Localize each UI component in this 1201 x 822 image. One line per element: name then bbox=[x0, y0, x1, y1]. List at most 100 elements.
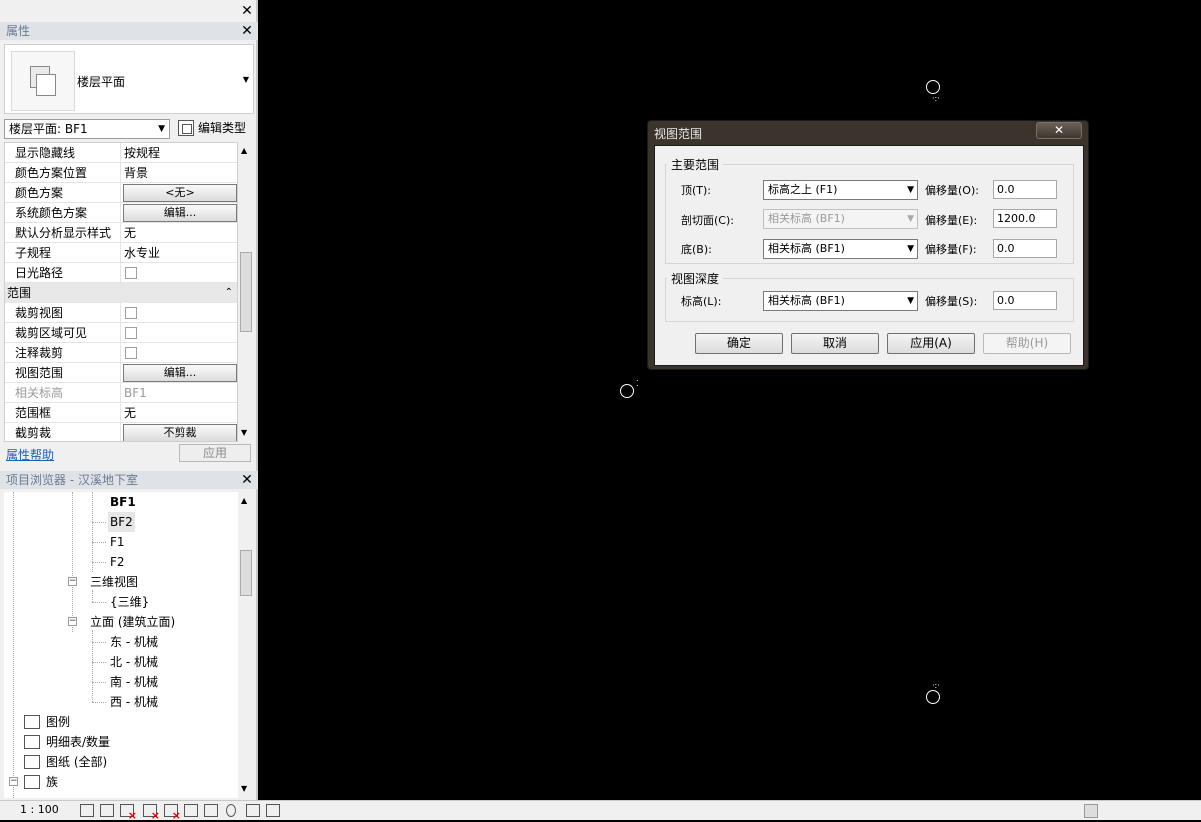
browser-scrollbar[interactable]: ▲ ▼ bbox=[238, 492, 254, 798]
chevron-down-icon: ▼ bbox=[907, 244, 914, 254]
top-combo-value: 标高之上 (F1) bbox=[768, 183, 838, 196]
crop-region-visible-checkbox[interactable] bbox=[125, 327, 137, 339]
tree-item-legends[interactable]: 图例 bbox=[46, 712, 70, 732]
visual-style-icon[interactable] bbox=[100, 804, 114, 817]
prop-row: 裁剪视图 bbox=[5, 303, 237, 323]
collapse-icon[interactable]: − bbox=[68, 617, 77, 626]
tree-item-north[interactable]: 北 - 机械 bbox=[110, 652, 158, 672]
prop-value[interactable]: 按规程 bbox=[123, 143, 160, 163]
tree-item-south[interactable]: 南 - 机械 bbox=[110, 672, 158, 692]
analysis-icon[interactable] bbox=[266, 804, 280, 817]
worksharing-icon[interactable] bbox=[246, 804, 260, 817]
dropdown-arrow-icon[interactable]: ▼ bbox=[243, 75, 249, 84]
edit-type-icon bbox=[178, 120, 194, 136]
top-combo[interactable]: 标高之上 (F1) ▼ bbox=[763, 180, 918, 200]
offset-e-input[interactable]: 1200.0 bbox=[993, 209, 1057, 228]
prop-row: 注释裁剪 bbox=[5, 343, 237, 363]
scroll-down-icon[interactable]: ▼ bbox=[241, 784, 247, 793]
scroll-thumb[interactable] bbox=[240, 550, 252, 596]
prop-label: 颜色方案位置 bbox=[15, 163, 121, 183]
help-button[interactable]: 帮助(H) bbox=[983, 333, 1071, 354]
scroll-up-icon[interactable]: ▲ bbox=[241, 496, 247, 505]
collapse-icon[interactable]: − bbox=[68, 577, 77, 586]
offset-o-input[interactable]: 0.0 bbox=[993, 180, 1057, 199]
chevron-down-icon: ▼ bbox=[907, 214, 914, 224]
offset-s-input[interactable]: 0.0 bbox=[993, 291, 1057, 310]
cut-plane-combo[interactable]: 相关标高 (BF1) ▼ bbox=[763, 209, 918, 229]
tree-item-3d[interactable]: {三维} bbox=[110, 592, 149, 612]
ok-button[interactable]: 确定 bbox=[695, 333, 783, 354]
color-scheme-button[interactable]: <无> bbox=[123, 184, 237, 202]
sun-path-icon[interactable] bbox=[120, 804, 137, 822]
reveal-hidden-icon[interactable] bbox=[226, 804, 236, 817]
tree-item-bf2[interactable]: BF2 bbox=[108, 512, 135, 532]
level-combo[interactable]: 相关标高 (BF1) ▼ bbox=[763, 291, 918, 311]
crop-view-checkbox[interactable] bbox=[125, 307, 137, 319]
shadows-icon[interactable] bbox=[143, 804, 160, 822]
chevron-down-icon: ▼ bbox=[907, 185, 914, 195]
tree-item-east[interactable]: 东 - 机械 bbox=[110, 632, 158, 652]
view-range-edit-button[interactable]: 编辑... bbox=[123, 364, 237, 382]
close-icon[interactable]: ✕ bbox=[240, 4, 254, 18]
system-color-scheme-button[interactable]: 编辑... bbox=[123, 204, 237, 222]
properties-close-icon[interactable]: ✕ bbox=[240, 24, 254, 38]
crop-view-icon[interactable] bbox=[164, 804, 181, 822]
project-browser-tree: BF1 BF2 F1 F2 − 三维视图 {三维} − 立面 (建筑立面) 东 … bbox=[4, 492, 238, 798]
temporary-hide-icon[interactable] bbox=[204, 804, 218, 817]
tree-item-3d-views[interactable]: 三维视图 bbox=[90, 572, 138, 592]
cut-plane-combo-value: 相关标高 (BF1) bbox=[768, 212, 845, 225]
prop-row: 视图范围 编辑... bbox=[5, 363, 237, 383]
tree-item-bf1[interactable]: BF1 bbox=[110, 492, 136, 512]
sun-path-checkbox[interactable] bbox=[125, 267, 137, 279]
browser-close-icon[interactable]: ✕ bbox=[240, 473, 254, 487]
apply-button[interactable]: 应用 bbox=[179, 444, 251, 462]
floor-plan-icon bbox=[11, 51, 75, 111]
prop-row: 相关标高 BF1 bbox=[5, 383, 237, 403]
properties-help-link[interactable]: 属性帮助 bbox=[6, 446, 54, 463]
bottom-label: 底(B): bbox=[681, 243, 712, 256]
tree-item-families-child[interactable]: ... bbox=[46, 790, 55, 798]
bottom-combo[interactable]: 相关标高 (BF1) ▼ bbox=[763, 239, 918, 259]
properties-scrollbar[interactable]: ▲ ▼ bbox=[238, 142, 254, 442]
offset-e-label: 偏移量(E): bbox=[925, 214, 978, 227]
tree-item-schedules[interactable]: 明细表/数量 bbox=[46, 732, 110, 752]
tree-item-f1[interactable]: F1 bbox=[110, 532, 125, 552]
project-browser-title: 项目浏览器 - 汉溪地下室 bbox=[0, 471, 258, 489]
marker-dots: ·:· bbox=[932, 681, 940, 690]
scroll-up-icon[interactable]: ▲ bbox=[241, 146, 247, 155]
collapse-icon[interactable]: ⌃ bbox=[225, 283, 233, 303]
cancel-button[interactable]: 取消 bbox=[791, 333, 879, 354]
apply-dialog-button[interactable]: 应用(A) bbox=[887, 333, 975, 354]
horizontal-scroll-thumb[interactable] bbox=[1084, 804, 1098, 818]
tree-item-sheets[interactable]: 图纸 (全部) bbox=[46, 752, 107, 772]
tree-item-families[interactable]: 族 bbox=[46, 772, 58, 792]
close-button[interactable]: ✕ bbox=[1036, 122, 1082, 139]
prop-value[interactable]: 无 bbox=[123, 223, 136, 243]
legend-icon bbox=[24, 715, 40, 729]
elevation-marker[interactable] bbox=[926, 690, 940, 704]
section-extents[interactable]: 范围 ⌃ bbox=[5, 283, 237, 303]
prop-value[interactable]: 背景 bbox=[123, 163, 148, 183]
prop-row: 默认分析显示样式 无 bbox=[5, 223, 237, 243]
tree-item-f2[interactable]: F2 bbox=[110, 552, 125, 572]
elevation-marker[interactable] bbox=[620, 384, 634, 398]
offset-s-label: 偏移量(S): bbox=[925, 295, 978, 308]
scale-indicator[interactable]: 1 : 100 bbox=[20, 803, 59, 816]
edit-type-button[interactable]: 编辑类型 bbox=[176, 118, 246, 138]
instance-selector[interactable]: 楼层平面: BF1 ▼ bbox=[4, 119, 170, 139]
annotation-crop-checkbox[interactable] bbox=[125, 347, 137, 359]
type-selector[interactable]: 楼层平面 ▼ bbox=[4, 44, 254, 114]
prop-value[interactable]: 无 bbox=[123, 403, 136, 423]
tree-item-elevations[interactable]: 立面 (建筑立面) bbox=[90, 612, 175, 632]
collapse-icon[interactable]: − bbox=[9, 777, 18, 786]
far-clipping-button[interactable]: 不剪裁 bbox=[123, 424, 237, 441]
bottom-combo-value: 相关标高 (BF1) bbox=[768, 242, 845, 255]
crop-region-icon[interactable] bbox=[184, 804, 198, 817]
offset-f-input[interactable]: 0.0 bbox=[993, 239, 1057, 258]
scroll-down-icon[interactable]: ▼ bbox=[241, 428, 247, 437]
elevation-marker[interactable] bbox=[926, 80, 940, 94]
prop-value[interactable]: 水专业 bbox=[123, 243, 160, 263]
detail-level-icon[interactable] bbox=[80, 804, 94, 817]
tree-item-west[interactable]: 西 - 机械 bbox=[110, 692, 158, 712]
scroll-thumb[interactable] bbox=[240, 252, 252, 332]
